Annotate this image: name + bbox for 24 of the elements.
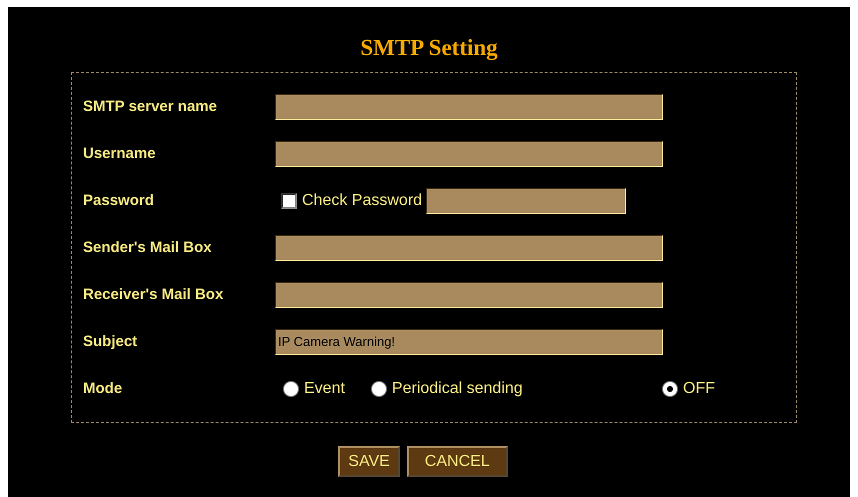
input-field[interactable]: [275, 94, 663, 120]
input-field[interactable]: IP Camera Warning!: [275, 328, 663, 354]
input-field[interactable]: [275, 140, 663, 166]
checkbox-label: Check Password: [302, 192, 422, 210]
checkbox[interactable]: [281, 192, 297, 208]
field-label: SMTP server name: [83, 98, 218, 115]
page-title: SMTP Setting: [359, 35, 499, 62]
cancel-button[interactable]: CANCEL: [406, 446, 508, 477]
radio-label: Event: [304, 380, 345, 398]
radio-button[interactable]: [662, 380, 678, 396]
field-label: Receiver's Mail Box: [83, 286, 224, 303]
input-field[interactable]: [275, 234, 663, 260]
radio-button[interactable]: [370, 380, 387, 396]
password-field[interactable]: [426, 188, 626, 214]
radio-label: Periodical sending: [392, 380, 523, 398]
field-label: Mode: [83, 380, 124, 397]
radio-label: OFF: [683, 380, 715, 398]
input-field[interactable]: [275, 282, 663, 308]
field-label: Username: [83, 145, 157, 162]
field-label: Password: [83, 192, 155, 209]
field-label: Sender's Mail Box: [83, 239, 213, 256]
field-label: Subject: [83, 333, 138, 350]
save-button[interactable]: SAVE: [338, 446, 400, 477]
radio-button[interactable]: [283, 380, 299, 396]
